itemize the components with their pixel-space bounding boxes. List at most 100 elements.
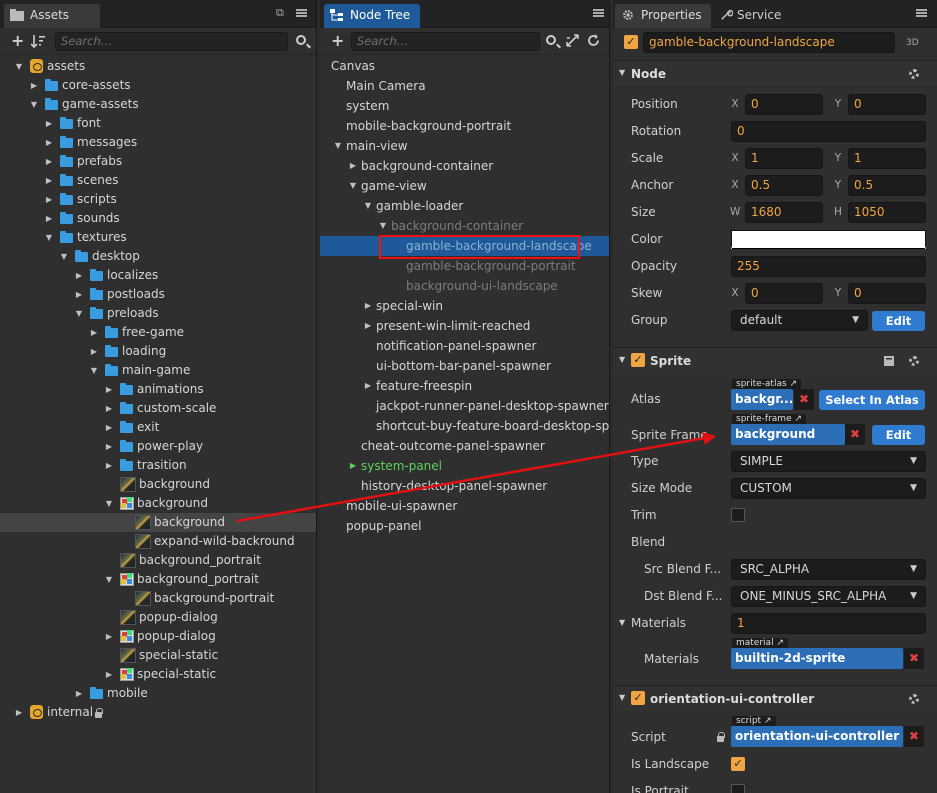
atlas-asset-field[interactable]: backgr...	[731, 389, 793, 410]
node-tree-item[interactable]: ▼ background-container	[320, 216, 609, 236]
collapsed-arrow-icon[interactable]: ▶	[363, 316, 373, 336]
asset-tree-item[interactable]: ▶ internal	[0, 703, 316, 722]
group-select[interactable]: default ▼	[731, 310, 868, 331]
collapsed-arrow-icon[interactable]: ▶	[104, 627, 114, 646]
asset-tree-item[interactable]: ▼ main-game	[0, 361, 316, 380]
asset-tree-item[interactable]: ▼ background_portrait	[0, 570, 316, 589]
scale-y-field[interactable]: 1	[848, 148, 926, 169]
collapsed-arrow-icon[interactable]: ▶	[104, 399, 114, 418]
gear-icon[interactable]	[909, 356, 919, 366]
node-tree-item[interactable]: jackpot-runner-panel-desktop-spawner	[320, 396, 609, 416]
controller-section-header[interactable]: ▼ ✓ orientation-ui-controller	[613, 685, 937, 711]
node-tree-item[interactable]: shortcut-buy-feature-board-desktop-spawn…	[320, 416, 609, 436]
collapsed-arrow-icon[interactable]: ▶	[14, 703, 24, 722]
asset-tree-item[interactable]: ▶ postloads	[0, 285, 316, 304]
src-blend-select[interactable]: SRC_ALPHA ▼	[731, 559, 926, 580]
asset-tree-item[interactable]: ▶ animations	[0, 380, 316, 399]
node-tree-item[interactable]: ▼ gamble-loader	[320, 196, 609, 216]
is-portrait-checkbox[interactable]	[731, 784, 745, 793]
node-section-header[interactable]: ▼ Node	[613, 60, 937, 86]
asset-tree-item[interactable]: popup-dialog	[0, 608, 316, 627]
collapsed-arrow-icon[interactable]: ▶	[44, 171, 54, 190]
add-node-icon[interactable]: +	[331, 33, 344, 49]
collapsed-arrow-icon[interactable]: ▶	[348, 456, 358, 476]
menu-icon[interactable]	[593, 9, 604, 17]
asset-tree-item[interactable]: background	[0, 475, 316, 494]
collapsed-arrow-icon[interactable]: ▶	[89, 323, 99, 342]
node-name-field[interactable]: gamble-background-landscape	[643, 32, 895, 53]
collapsed-arrow-icon[interactable]: ▶	[44, 133, 54, 152]
refresh-icon[interactable]	[587, 34, 600, 47]
expanded-arrow-icon[interactable]: ▼	[378, 216, 388, 236]
expanded-arrow-icon[interactable]: ▼	[363, 196, 373, 216]
asset-tree-item[interactable]: ▶ exit	[0, 418, 316, 437]
asset-tree-item[interactable]: expand-wild-backround	[0, 532, 316, 551]
node-tree-item[interactable]: ▼ game-view	[320, 176, 609, 196]
asset-tree-item[interactable]: ▶ mobile	[0, 684, 316, 703]
asset-tree-item[interactable]: ▶ font	[0, 114, 316, 133]
collapsed-arrow-icon[interactable]: ▶	[44, 209, 54, 228]
node-tree-item[interactable]: notification-panel-spawner	[320, 336, 609, 356]
expanded-arrow-icon[interactable]: ▼	[59, 247, 69, 266]
tab-service[interactable]: Service	[713, 4, 793, 28]
asset-tree-item[interactable]: ▶ localizes	[0, 266, 316, 285]
controller-enabled-checkbox[interactable]: ✓	[631, 691, 645, 705]
skew-y-field[interactable]: 0	[848, 283, 926, 304]
collapsed-arrow-icon[interactable]: ▶	[74, 285, 84, 304]
node-tree-item[interactable]: mobile-ui-spawner	[320, 496, 609, 516]
sprite-enabled-checkbox[interactable]: ✓	[631, 353, 645, 367]
collapsed-arrow-icon[interactable]: ▶	[104, 665, 114, 684]
asset-tree-item[interactable]: ▶ custom-scale	[0, 399, 316, 418]
collapsed-arrow-icon[interactable]: ▶	[104, 456, 114, 475]
collapsed-arrow-icon[interactable]: ▶	[89, 342, 99, 361]
asset-tree-item[interactable]: ▶ core-assets	[0, 76, 316, 95]
collapsed-arrow-icon[interactable]: ▶	[74, 266, 84, 285]
node-tree-item[interactable]: ui-bottom-bar-panel-spawner	[320, 356, 609, 376]
expanded-arrow-icon[interactable]: ▼	[104, 494, 114, 513]
collapsed-arrow-icon[interactable]: ▶	[348, 156, 358, 176]
asset-tree-item[interactable]: ▶ loading	[0, 342, 316, 361]
sort-icon[interactable]	[31, 34, 45, 48]
scale-x-field[interactable]: 1	[745, 148, 823, 169]
search-icon[interactable]	[546, 35, 556, 45]
collapsed-arrow-icon[interactable]: ▶	[363, 296, 373, 316]
node-tree-item[interactable]: gamble-background-portrait	[320, 256, 609, 276]
asset-tree-item[interactable]: ▶ power-play	[0, 437, 316, 456]
collapse-arrow-icon[interactable]: ▼	[619, 618, 625, 627]
sprite-frame-asset-field[interactable]: background	[731, 424, 845, 445]
asset-tree-item[interactable]: ▶ scenes	[0, 171, 316, 190]
node-tree-item[interactable]: ▶ present-win-limit-reached	[320, 316, 609, 336]
script-asset-field[interactable]: orientation-ui-controller	[731, 726, 903, 747]
type-select[interactable]: SIMPLE ▼	[731, 451, 926, 472]
expanded-arrow-icon[interactable]: ▼	[333, 136, 343, 156]
node-tree-item[interactable]: ▼ main-view	[320, 136, 609, 156]
clear-atlas-icon[interactable]: ✖	[794, 389, 814, 410]
node-tree-item[interactable]: mobile-background-portrait	[320, 116, 609, 136]
gear-icon[interactable]	[909, 694, 919, 704]
node-active-checkbox[interactable]: ✓	[624, 35, 638, 49]
book-icon[interactable]	[883, 355, 895, 367]
clear-script-icon[interactable]: ✖	[904, 726, 924, 747]
materials-count-field[interactable]: 1	[731, 613, 926, 634]
gear-icon[interactable]	[909, 69, 919, 79]
size-mode-select[interactable]: CUSTOM ▼	[731, 478, 926, 499]
asset-tree-item[interactable]: special-static	[0, 646, 316, 665]
collapsed-arrow-icon[interactable]: ▶	[29, 76, 39, 95]
collapsed-arrow-icon[interactable]: ▶	[104, 380, 114, 399]
clear-material-icon[interactable]: ✖	[904, 648, 924, 669]
collapsed-arrow-icon[interactable]: ▶	[44, 114, 54, 133]
expanded-arrow-icon[interactable]: ▼	[104, 570, 114, 589]
size-height-field[interactable]: 1050	[848, 202, 926, 223]
asset-tree-item[interactable]: ▶ sounds	[0, 209, 316, 228]
mode-3d-toggle[interactable]: 3D	[906, 38, 919, 48]
node-tree-item[interactable]: ▶ special-win	[320, 296, 609, 316]
asset-tree-item[interactable]: ▼ background	[0, 494, 316, 513]
asset-tree-item[interactable]: ▼ game-assets	[0, 95, 316, 114]
material-asset-field[interactable]: builtin-2d-sprite	[731, 648, 903, 669]
sprite-section-header[interactable]: ▼ ✓ Sprite	[613, 347, 937, 373]
expanded-arrow-icon[interactable]: ▼	[14, 57, 24, 76]
node-tree-item[interactable]: ▶ background-container	[320, 156, 609, 176]
node-tree-item[interactable]: Main Camera	[320, 76, 609, 96]
asset-tree-item[interactable]: ▶ scripts	[0, 190, 316, 209]
node-tree-item[interactable]: popup-panel	[320, 516, 609, 536]
